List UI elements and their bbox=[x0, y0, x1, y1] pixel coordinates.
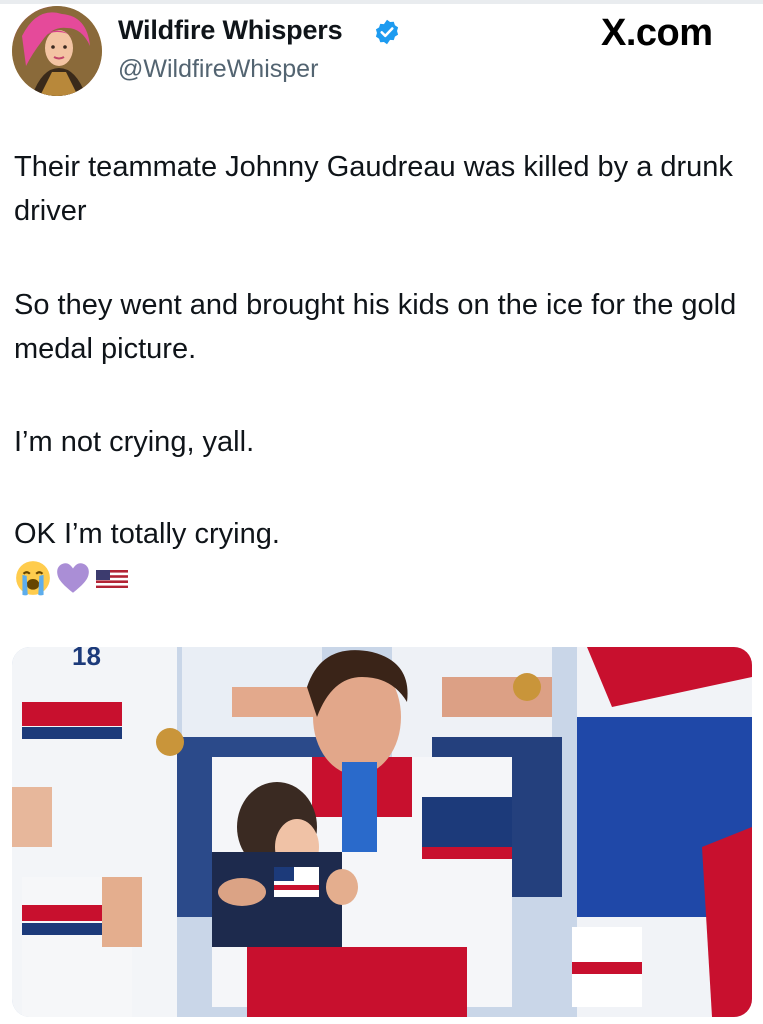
display-name[interactable]: Wildfire Whispers bbox=[118, 15, 343, 46]
avatar-illustration bbox=[12, 6, 102, 96]
tweet-paragraph: So they went and brought his kids on the… bbox=[14, 289, 745, 365]
user-handle[interactable]: @WildfireWhisper bbox=[118, 55, 318, 84]
site-brand: X.com bbox=[601, 12, 713, 54]
tweet-paragraph: OK I’m totally crying. bbox=[14, 518, 280, 550]
hockey-team-photo: 18 bbox=[12, 647, 752, 1017]
tweet-paragraph: Their teammate Johnny Gaudreau was kille… bbox=[14, 151, 741, 227]
emoji-row bbox=[14, 558, 130, 598]
tweet-header: Wildfire Whispers @WildfireWhisper X.com bbox=[0, 0, 763, 110]
verified-badge-icon bbox=[375, 19, 399, 45]
tweet-photo[interactable]: 18 bbox=[12, 647, 752, 1017]
jersey-number: 18 bbox=[72, 647, 101, 671]
loudly-crying-face-emoji bbox=[16, 561, 50, 596]
profile-avatar[interactable] bbox=[12, 6, 102, 96]
us-flag-emoji bbox=[96, 570, 128, 588]
purple-heart-emoji bbox=[57, 563, 89, 593]
tweet-paragraph: I’m not crying, yall. bbox=[14, 426, 255, 458]
